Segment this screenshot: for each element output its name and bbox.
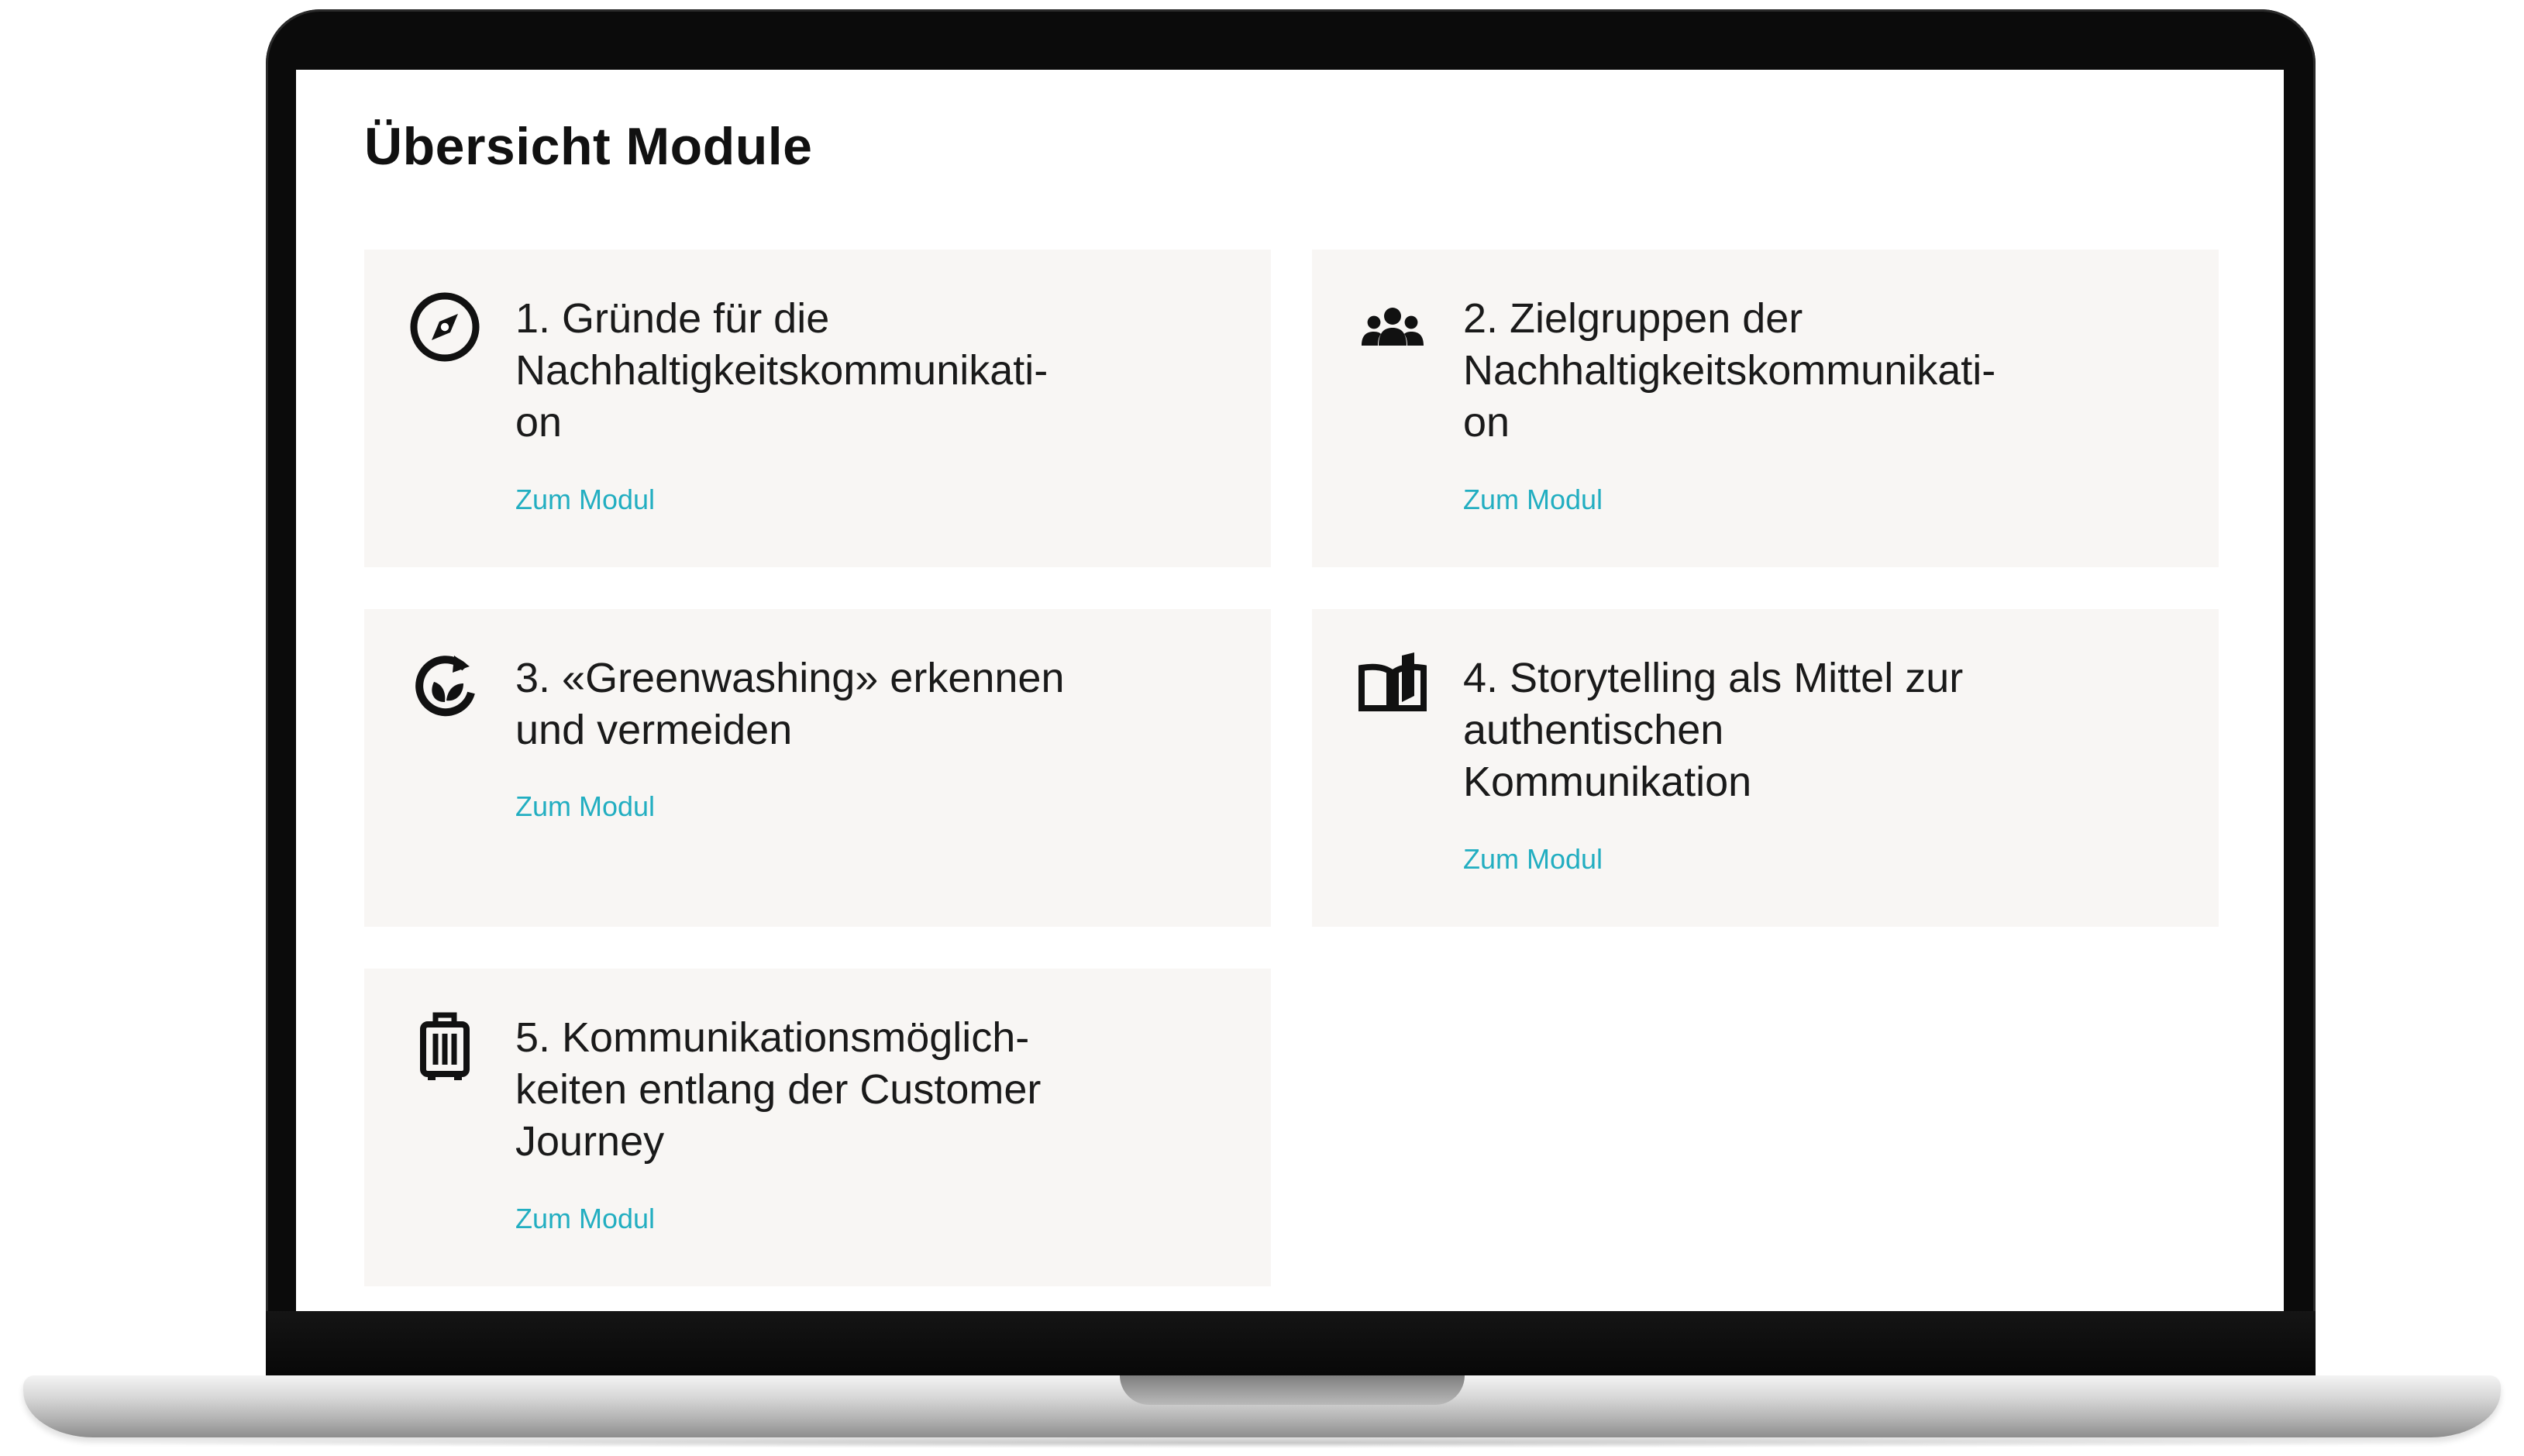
module-card-4[interactable]: 4. Storytelling als Mittel zur authentis… — [1312, 609, 2219, 927]
module-card-5[interactable]: 5. Kommunikationsmöglich- keiten entlang… — [364, 969, 1271, 1286]
luggage-icon — [408, 1009, 482, 1083]
module-card-2[interactable]: 2. Zielgruppen der Nachhaltigkeitskommun… — [1312, 250, 2219, 567]
laptop-base-notch — [1120, 1375, 1465, 1405]
module-card-3[interactable]: 3. «Greenwashing» erkennen und vermeiden… — [364, 609, 1271, 927]
module-title: 1. Gründe für die Nachhaltigkeitskommuni… — [515, 295, 1049, 446]
module-link-1[interactable]: Zum Modul — [515, 484, 655, 516]
module-title: 5. Kommunikationsmöglich- keiten entlang… — [515, 1014, 1042, 1165]
module-title: 3. «Greenwashing» erkennen und vermeiden — [515, 655, 1065, 753]
module-link-4[interactable]: Zum Modul — [1463, 843, 1603, 876]
module-link-5[interactable]: Zum Modul — [515, 1203, 655, 1235]
module-link-2[interactable]: Zum Modul — [1463, 484, 1603, 516]
recycle-leaf-icon — [408, 649, 482, 724]
people-group-icon — [1355, 290, 1430, 364]
open-book-icon — [1355, 649, 1430, 724]
compass-icon — [408, 290, 482, 364]
page-title: Übersicht Module — [364, 117, 813, 176]
module-title: 4. Storytelling als Mittel zur authentis… — [1463, 655, 1964, 805]
module-card-1[interactable]: 1. Gründe für die Nachhaltigkeitskommuni… — [364, 250, 1271, 567]
module-title: 2. Zielgruppen der Nachhaltigkeitskommun… — [1463, 295, 1996, 446]
module-link-3[interactable]: Zum Modul — [515, 790, 655, 823]
laptop-screen: Übersicht Module 1. Gründe für die Nachh… — [296, 70, 2284, 1311]
laptop-shadow — [62, 1437, 2462, 1448]
